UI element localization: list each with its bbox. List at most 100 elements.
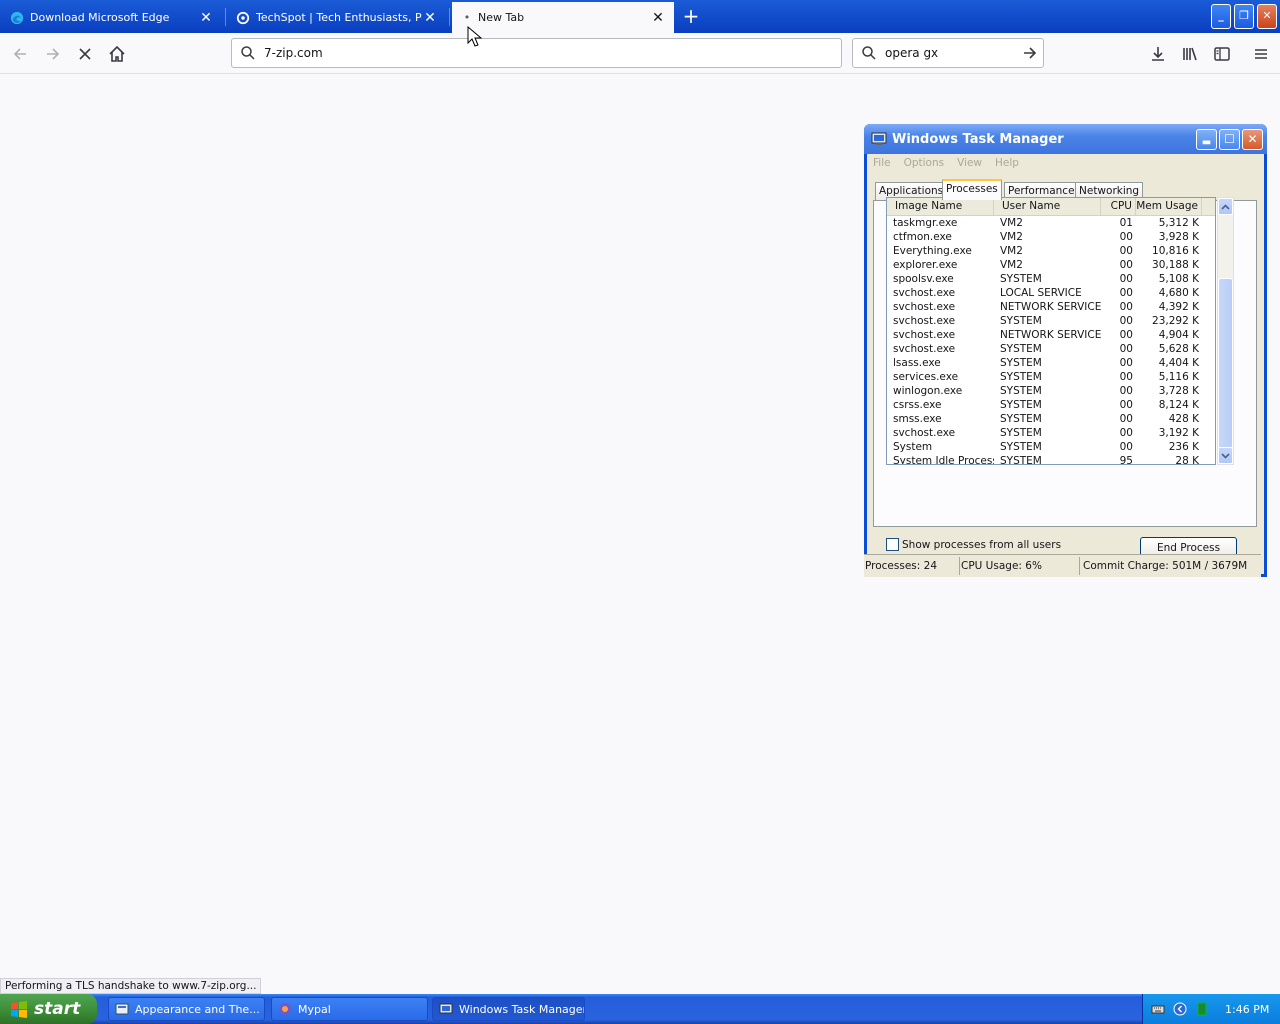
tab-close-icon[interactable]: ✕ bbox=[650, 10, 666, 26]
process-cpu: 01 bbox=[1119, 217, 1133, 229]
start-button[interactable]: start bbox=[0, 994, 97, 1024]
browser-status-text: Performing a TLS handshake to www.7-zip.… bbox=[0, 978, 262, 994]
process-cpu: 00 bbox=[1119, 245, 1133, 257]
table-row[interactable]: svchost.exe LOCAL SERVICE 00 4,680 K bbox=[887, 286, 1215, 300]
forward-button[interactable] bbox=[39, 40, 67, 68]
scroll-up-button[interactable] bbox=[1218, 198, 1233, 215]
process-user-name: SYSTEM bbox=[1000, 273, 1042, 285]
table-row[interactable]: taskmgr.exe VM2 01 5,312 K bbox=[887, 216, 1215, 230]
taskbar-item-task-manager[interactable]: Windows Task Manager bbox=[432, 997, 585, 1021]
process-user-name: SYSTEM bbox=[1000, 385, 1042, 397]
process-image-name: smss.exe bbox=[893, 413, 942, 425]
table-row[interactable]: explorer.exe VM2 00 30,188 K bbox=[887, 258, 1215, 272]
tab-techspot[interactable]: TechSpot | Tech Enthusiasts, Power Users… bbox=[228, 2, 446, 33]
process-mem-usage: 5,116 K bbox=[1158, 371, 1199, 383]
window-close-button[interactable]: ✕ bbox=[1257, 4, 1277, 29]
process-list[interactable]: Image Name User Name CPU Mem Usage taskm… bbox=[886, 197, 1216, 465]
table-row[interactable]: csrss.exe SYSTEM 00 8,124 K bbox=[887, 398, 1215, 412]
downloads-button[interactable] bbox=[1144, 40, 1172, 68]
tm-close-button[interactable]: ✕ bbox=[1242, 128, 1263, 150]
process-cpu: 00 bbox=[1119, 273, 1133, 285]
process-mem-usage: 8,124 K bbox=[1158, 399, 1199, 411]
taskbar: start Appearance and The... Mypal Window… bbox=[0, 994, 1280, 1024]
column-user-name[interactable]: User Name bbox=[994, 198, 1101, 215]
sidebar-button[interactable] bbox=[1208, 40, 1236, 68]
column-mem-usage[interactable]: Mem Usage bbox=[1136, 198, 1202, 215]
search-input[interactable] bbox=[885, 46, 1022, 60]
keyboard-icon[interactable] bbox=[1151, 1002, 1165, 1016]
taskbar-item-mypal[interactable]: Mypal bbox=[271, 997, 428, 1021]
tab-download-microsoft-edge[interactable]: Download Microsoft Edge ✕ bbox=[2, 2, 222, 33]
process-user-name: SYSTEM bbox=[1000, 357, 1042, 369]
scrollbar-thumb[interactable] bbox=[1218, 278, 1233, 460]
url-input[interactable] bbox=[264, 46, 841, 60]
table-row[interactable]: lsass.exe SYSTEM 00 4,404 K bbox=[887, 356, 1215, 370]
table-row[interactable]: smss.exe SYSTEM 00 428 K bbox=[887, 412, 1215, 426]
table-row[interactable]: ctfmon.exe VM2 00 3,928 K bbox=[887, 230, 1215, 244]
process-image-name: winlogon.exe bbox=[893, 385, 963, 397]
process-mem-usage: 23,292 K bbox=[1152, 315, 1199, 327]
process-image-name: System Idle Process bbox=[893, 455, 994, 465]
stop-button[interactable] bbox=[71, 40, 99, 68]
url-bar[interactable] bbox=[231, 38, 842, 68]
table-row[interactable]: winlogon.exe SYSTEM 00 3,728 K bbox=[887, 384, 1215, 398]
tab-close-icon[interactable]: ✕ bbox=[198, 10, 214, 26]
tab-new-tab[interactable]: • New Tab ✕ bbox=[452, 2, 674, 33]
menu-file[interactable]: File bbox=[873, 157, 891, 169]
process-cpu: 00 bbox=[1119, 231, 1133, 243]
back-button[interactable] bbox=[6, 40, 34, 68]
library-button[interactable] bbox=[1176, 40, 1204, 68]
search-icon bbox=[241, 46, 255, 60]
tm-maximize-button[interactable]: ☐ bbox=[1219, 128, 1240, 150]
process-list-scrollbar[interactable] bbox=[1217, 197, 1234, 465]
tab-close-icon[interactable]: ✕ bbox=[422, 10, 438, 26]
network-back-icon[interactable] bbox=[1173, 1002, 1187, 1016]
window-restore-button[interactable]: ❐ bbox=[1234, 4, 1254, 29]
menu-options[interactable]: Options bbox=[904, 157, 945, 169]
window-minimize-button[interactable]: _ bbox=[1211, 4, 1231, 29]
close-icon: ✕ bbox=[1247, 132, 1258, 146]
column-cpu[interactable]: CPU bbox=[1101, 198, 1136, 215]
table-row[interactable]: Everything.exe VM2 00 10,816 K bbox=[887, 244, 1215, 258]
menu-help[interactable]: Help bbox=[995, 157, 1019, 169]
task-manager-title-bar[interactable]: Windows Task Manager ▬ ☐ ✕ bbox=[864, 124, 1267, 154]
tab-processes[interactable]: Processes bbox=[942, 179, 1002, 200]
show-all-users-checkbox[interactable] bbox=[886, 538, 899, 551]
process-user-name: SYSTEM bbox=[1000, 413, 1042, 425]
table-row[interactable]: services.exe SYSTEM 00 5,116 K bbox=[887, 370, 1215, 384]
taskbar-item-appearance[interactable]: Appearance and The... bbox=[108, 997, 265, 1021]
system-tray: 1:46 PM bbox=[1142, 994, 1280, 1024]
table-row[interactable]: System SYSTEM 00 236 K bbox=[887, 440, 1215, 454]
table-row[interactable]: svchost.exe SYSTEM 00 3,192 K bbox=[887, 426, 1215, 440]
menu-view[interactable]: View bbox=[957, 157, 982, 169]
column-image-name[interactable]: Image Name bbox=[887, 198, 994, 215]
table-row[interactable]: svchost.exe SYSTEM 00 5,628 K bbox=[887, 342, 1215, 356]
process-mem-usage: 4,904 K bbox=[1158, 329, 1199, 341]
device-icon[interactable] bbox=[1195, 1002, 1209, 1016]
new-tab-plus-icon[interactable]: + bbox=[680, 6, 702, 28]
search-bar[interactable] bbox=[852, 38, 1044, 68]
table-row[interactable]: svchost.exe NETWORK SERVICE 00 4,904 K bbox=[887, 328, 1215, 342]
table-row[interactable]: svchost.exe NETWORK SERVICE 00 4,392 K bbox=[887, 300, 1215, 314]
library-icon bbox=[1183, 47, 1197, 61]
home-button[interactable] bbox=[103, 40, 131, 68]
status-cpu-usage: CPU Usage: 6% bbox=[960, 557, 1080, 575]
chevron-up-icon bbox=[1221, 203, 1230, 210]
show-all-users-option[interactable]: Show processes from all users bbox=[886, 538, 1061, 551]
process-mem-usage: 30,188 K bbox=[1152, 259, 1199, 271]
table-row[interactable]: System Idle Process SYSTEM 95 28 K bbox=[887, 454, 1215, 465]
app-menu-button[interactable] bbox=[1247, 40, 1275, 68]
process-cpu: 00 bbox=[1119, 371, 1133, 383]
process-image-name: System bbox=[893, 441, 933, 453]
process-image-name: svchost.exe bbox=[893, 427, 956, 439]
scroll-down-button[interactable] bbox=[1218, 447, 1233, 464]
tab-loading-icon: • bbox=[463, 11, 471, 24]
table-row[interactable]: spoolsv.exe SYSTEM 00 5,108 K bbox=[887, 272, 1215, 286]
search-go-button[interactable] bbox=[1021, 41, 1039, 65]
status-commit-charge: Commit Charge: 501M / 3679M bbox=[1083, 560, 1248, 572]
process-image-name: svchost.exe bbox=[893, 287, 956, 299]
table-row[interactable]: svchost.exe SYSTEM 00 23,292 K bbox=[887, 314, 1215, 328]
edge-icon bbox=[10, 11, 24, 24]
process-image-name: spoolsv.exe bbox=[893, 273, 954, 285]
tm-minimize-button[interactable]: ▬ bbox=[1196, 128, 1217, 150]
